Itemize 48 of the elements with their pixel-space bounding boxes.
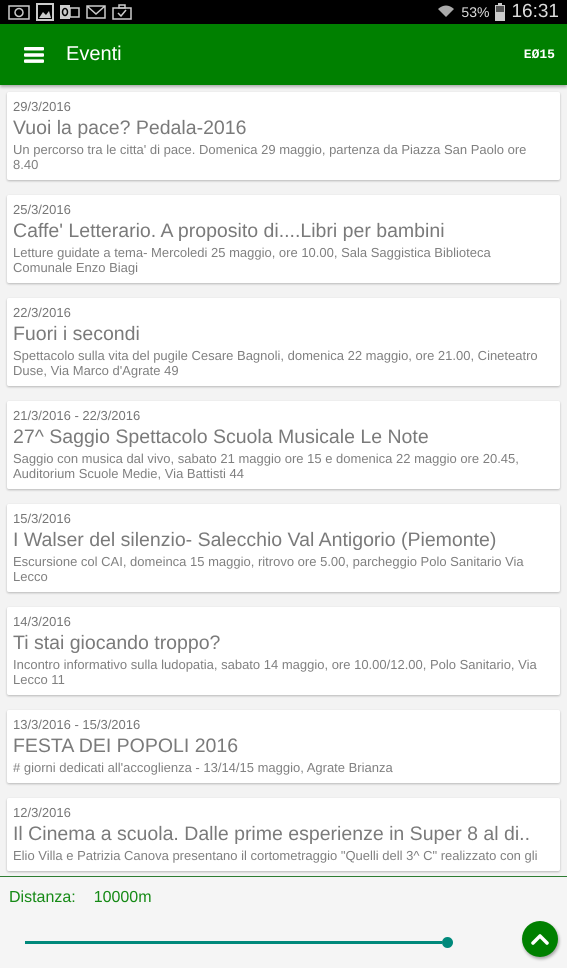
event-title: 27^ Saggio Spettacolo Scuola Musicale Le Note [13,425,430,450]
mail-icon [86,4,106,20]
distance-label: Distanza: [9,889,76,907]
event-date: 29/3/2016 [13,99,72,115]
event-date: 15/3/2016 [13,511,72,527]
clock-time: 16:31 [511,1,559,23]
event-date: 21/3/2016 - 22/3/2016 [13,408,142,424]
event-card[interactable]: 14/3/2016 Ti stai giocando troppo? Incontro informativo sulla ludopatia, sabato 14 maggio, ore 10.00/12.00, Polo Sanitario, Via Lecco 11 [7,607,560,695]
chevron-up-icon [531,933,549,945]
event-description: Un percorso tra le citta' di pace. Domenica 29 maggio, partenza da Piazza San Paolo ore 8.40 [13,142,528,172]
event-description: Spettacolo sulla vita del pugile Cesare Bagnoli, domenica 22 maggio, ore 21.00, Cineteatro Duse, Via Marco d'Agrate 49 [13,348,539,378]
slider-thumb[interactable] [442,937,453,948]
app-code: EØ15 [524,47,555,62]
gallery-icon [36,3,54,21]
battery-icon [495,3,506,21]
event-date: 12/3/2016 [13,805,72,821]
event-card[interactable]: 15/3/2016 I Walser del silenzio- Salecchio Val Antigorio (Piemonte) Escursione col CAI, domeinca 15 maggio, ritrovo ore 5.00, parcheggio Polo Sanitario Via Lecco [7,504,560,592]
event-title: Caffe' Letterario. A proposito di....Libri per bambini [13,219,446,244]
event-title: Fuori i secondi [13,322,141,347]
scroll-up-button[interactable] [522,921,558,957]
event-date: 13/3/2016 - 15/3/2016 [13,717,142,733]
event-card[interactable]: 13/3/2016 - 15/3/2016 FESTA DEI POPOLI 2016 # giorni dedicati all'accoglienza - 13/14/15 maggio, Agrate Brianza [7,710,560,783]
briefcase-icon [112,4,132,20]
screen-title: Eventi [66,43,122,66]
event-description: Letture guidate a tema- Mercoledi 25 maggio, ore 10.00, Sala Saggistica Biblioteca Comunale Enzo Biagi [13,245,492,275]
event-description: Elio Villa e Patrizia Canova presentano il cortometraggio "Quelli dell 3^ C" realizzato con gli [13,848,539,863]
event-card[interactable]: 29/3/2016 Vuoi la pace? Pedala-2016 Un percorso tra le citta' di pace. Domenica 29 maggio, partenza da Piazza San Paolo ore 8.40 [7,92,560,180]
event-card[interactable]: 21/3/2016 - 22/3/2016 27^ Saggio Spettacolo Scuola Musicale Le Note Saggio con musica dal vivo, sabato 21 maggio ore 15 e domenica 22 maggio ore 20.45, Auditorium Scuole Medie, Via Battisti 44 [7,401,560,489]
distance-slider[interactable] [25,937,453,948]
event-title: I Walser del silenzio- Salecchio Val Antigorio (Piemonte) [13,528,498,553]
event-description: Incontro informativo sulla ludopatia, sabato 14 maggio, ore 10.00/12.00, Polo Sanitario, Via Lecco 11 [13,657,538,687]
event-card[interactable]: 12/3/2016 Il Cinema a scuola. Dalle prime esperienze in Super 8 al di.. Elio Villa e Patrizia Canova presentano il cortometraggio "Quelli dell 3^ C" realizzato con gli [7,798,560,871]
event-card[interactable]: 22/3/2016 Fuori i secondi Spettacolo sulla vita del pugile Cesare Bagnoli, domenica 22 maggio, ore 21.00, Cineteatro Duse, Via Marco d'Agrate 49 [7,298,560,386]
event-title: Il Cinema a scuola. Dalle prime esperienze in Super 8 al di.. [13,822,532,847]
menu-icon[interactable] [24,46,44,62]
distance-value: 10000m [94,889,152,907]
camera-icon [8,4,30,20]
event-card[interactable]: 25/3/2016 Caffe' Letterario. A proposito di....Libri per bambini Letture guidate a tema- Mercoledi 25 maggio, ore 10.00, Sala Saggistica Biblioteca Comunale Enzo Biagi [7,195,560,283]
event-date: 14/3/2016 [13,614,72,630]
event-title: Vuoi la pace? Pedala-2016 [13,116,248,141]
event-title: FESTA DEI POPOLI 2016 [13,734,240,759]
event-description: # giorni dedicati all'accoglienza - 13/14/15 maggio, Agrate Brianza [13,760,394,775]
event-description: Escursione col CAI, domeinca 15 maggio, ritrovo ore 5.00, parcheggio Polo Sanitario Via Lecco [13,554,525,584]
event-title: Ti stai giocando troppo? [13,631,222,656]
battery-percent: 53% [461,4,490,20]
event-description: Saggio con musica dal vivo, sabato 21 maggio ore 15 e domenica 22 maggio ore 20.45, Auditorium Scuole Medie, Via Battisti 44 [13,451,520,481]
event-date: 22/3/2016 [13,305,72,321]
event-date: 25/3/2016 [13,202,72,218]
